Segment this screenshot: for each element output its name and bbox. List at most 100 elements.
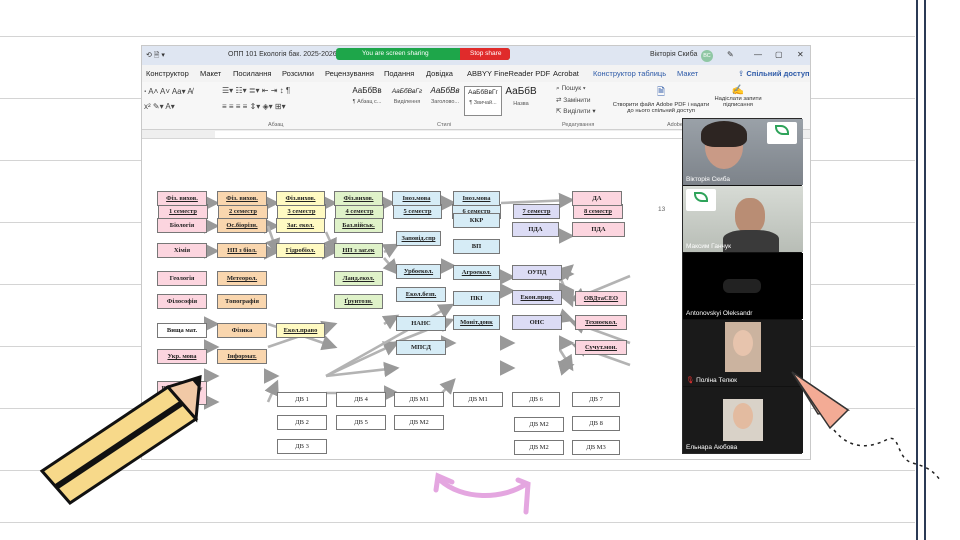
pen-icon[interactable]: ✎ <box>727 50 734 59</box>
tab-layout[interactable]: Макет <box>200 69 221 78</box>
style-normal[interactable]: АаБбВвГг ¶ Звичай... <box>464 86 502 116</box>
style-name: ¶ Звичай... <box>469 100 497 106</box>
elective-box: ДВ 7 <box>572 392 620 407</box>
video-panel: Вікторія Скиба Максим Ганчук Antonovskyi… <box>682 118 803 454</box>
course-box: ПДА <box>572 222 625 237</box>
notebook-line <box>0 522 915 523</box>
course-box: Ґрунтозн. <box>334 294 383 309</box>
screen-sharing-banner: You are screen sharing Stop share <box>336 48 510 60</box>
tab-view[interactable]: Подання <box>384 69 414 78</box>
participant-tile[interactable]: Antonovskyi Oleksandr <box>683 253 803 319</box>
course-box: Екол.право <box>276 323 325 338</box>
group-styles: Стилі <box>437 122 451 128</box>
autosave-icon[interactable]: ⟲ 🗎 ▾ <box>146 51 165 62</box>
elective-box: ДВ 8 <box>572 416 620 431</box>
tab-references[interactable]: Посилання <box>233 69 271 78</box>
group-adobe: Adobe <box>667 122 683 128</box>
style-sample: АаБбВвГг <box>468 89 498 96</box>
tab-table-layout[interactable]: Макет <box>677 69 698 78</box>
font-size-icon[interactable]: ꞏ A˄ A˅ Aa▾ A̸ <box>144 86 193 97</box>
stop-share-button[interactable]: Stop share <box>460 48 510 60</box>
tab-review[interactable]: Рецензування <box>325 69 374 78</box>
participant-tile[interactable]: Максим Ганчук <box>683 186 803 252</box>
university-logo <box>686 189 716 211</box>
participant-tile[interactable]: Ельнара Аюбова <box>683 387 803 453</box>
course-box: Агроекол. <box>453 265 500 280</box>
title-bar: ⟲ 🗎 ▾ ОПП 101 Екологія бак. 2025-2026 пр… <box>142 46 810 65</box>
course-box: Екол.безп. <box>396 287 446 302</box>
style-title[interactable]: АаБбВ Назва <box>502 86 540 116</box>
participant-tile[interactable]: 🎙 Поліна Телюк <box>683 320 803 386</box>
signature-icon: ✍ <box>731 85 745 96</box>
university-logo <box>767 122 797 144</box>
select-button[interactable]: ⇱ Виділити ▾ <box>556 107 596 115</box>
find-button[interactable]: ⌕ Пошук ▾ <box>556 85 586 93</box>
elective-box: ДВ М2 <box>514 440 564 455</box>
style-sample: АаБбВв <box>430 86 460 95</box>
course-box: Метеорол. <box>217 271 267 286</box>
select-label: Виділити <box>563 108 591 115</box>
elective-box: ДВ 4 <box>336 392 386 407</box>
close-icon[interactable]: ✕ <box>797 50 804 59</box>
style-emphasis[interactable]: АаБбВвГг Виділення <box>388 86 426 116</box>
account-name[interactable]: Вікторія Скиба <box>650 51 697 58</box>
course-box: Укр. мова <box>157 349 207 364</box>
share-button[interactable]: ⇪ Спільний доступ <box>738 69 810 78</box>
share-label: Спільний доступ <box>746 69 810 78</box>
maximize-icon[interactable]: ▢ <box>775 50 783 59</box>
participant-body <box>723 230 779 252</box>
course-box: ПКІ <box>453 291 500 306</box>
replace-label: Замінити <box>563 97 591 104</box>
course-box: НАНС <box>396 316 446 331</box>
style-heading[interactable]: АаБбВв Заголово... <box>426 86 464 116</box>
tab-help[interactable]: Довідка <box>426 69 453 78</box>
tab-mailings[interactable]: Розсилки <box>282 69 314 78</box>
elective-box: ДВ 1 <box>277 392 327 407</box>
course-box: Інформат. <box>217 349 267 364</box>
tab-abbyy[interactable]: ABBYY FineReader PDF <box>467 69 550 78</box>
replace-button[interactable]: ⇄ Замінити <box>556 96 591 104</box>
style-name: Виділення <box>393 99 421 105</box>
style-name: Назва <box>513 101 529 107</box>
muted-mic-icon: 🎙 <box>686 377 695 384</box>
participant-name: 🎙 Поліна Телюк <box>686 376 737 384</box>
avatar[interactable]: ВС <box>701 50 713 62</box>
elective-box: ДВ 3 <box>277 439 327 454</box>
course-box: Філософія <box>157 294 207 309</box>
course-box: ОВДтаСЕО <box>575 291 627 306</box>
tab-constructor[interactable]: Конструктор <box>146 69 189 78</box>
create-pdf-label: Створити файл Adobe PDF і надати до ньог… <box>612 102 710 114</box>
elective-box: ДВ 5 <box>336 415 386 430</box>
participant-tile[interactable]: Вікторія Скиба <box>683 119 803 185</box>
style-paragraph[interactable]: АаБбВв ¶ Абзац с... <box>348 86 386 116</box>
course-box: Заповід.спр <box>396 231 441 246</box>
course-box: Фіз.вихов. <box>276 191 325 206</box>
participant-face <box>733 330 753 356</box>
bullets-icon[interactable]: ☰▾ ☷▾ ≣▾ ⇤ ⇥ ↕ ¶ <box>222 86 290 95</box>
course-box: Іноз.мова <box>453 191 500 206</box>
request-signature-button[interactable]: ✍ Надіслати запити підписання <box>710 85 766 119</box>
course-box: Хімія <box>157 243 207 258</box>
style-name: Заголово... <box>430 99 460 105</box>
document-title: ОПП 101 Екологія бак. 2025-2026 про <box>228 51 351 58</box>
course-box: Гідробіол. <box>276 243 325 258</box>
course-box: Фіз. вихов. <box>157 191 207 206</box>
minimize-icon[interactable]: — <box>754 50 762 59</box>
notebook-line <box>0 36 915 37</box>
highlight-color-icon[interactable]: x² ✎▾ A▾ <box>144 102 175 111</box>
course-box: Фіз.вихов. <box>334 191 383 206</box>
course-box: Заг. екол. <box>276 218 325 233</box>
style-sample: АаБбВв <box>352 86 382 95</box>
style-name: ¶ Абзац с... <box>352 99 382 105</box>
create-pdf-button[interactable]: 🗎 Створити файл Adobe PDF і надати до нь… <box>612 85 710 119</box>
elective-box: ДВ М3 <box>572 440 620 455</box>
participant-name: Ельнара Аюбова <box>686 444 738 451</box>
participant-face <box>735 198 765 234</box>
tab-table-design[interactable]: Конструктор таблиць <box>593 69 666 78</box>
style-sample: АаБбВ <box>505 86 537 97</box>
align-icon[interactable]: ≡ ≡ ≡ ≡ ⇕▾ ◈▾ ⊞▾ <box>222 102 286 111</box>
course-box: Топографія <box>217 294 267 309</box>
ruler-page <box>215 131 683 138</box>
course-box: НП з біол. <box>217 243 267 258</box>
tab-acrobat[interactable]: Acrobat <box>553 69 579 78</box>
